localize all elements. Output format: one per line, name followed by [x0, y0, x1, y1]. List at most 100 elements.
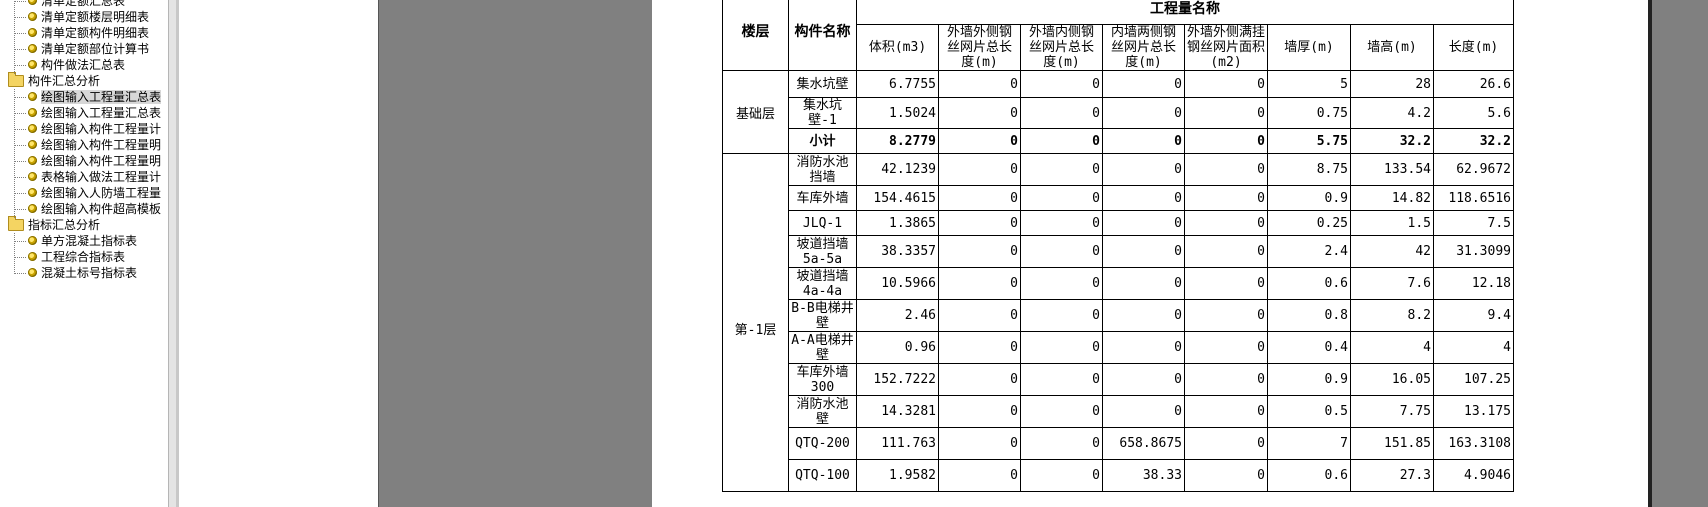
report-icon: [28, 60, 37, 69]
value-cell: 0: [1102, 363, 1185, 396]
value-cell: 0.75: [1267, 97, 1351, 129]
tree-item-label: 绘图输入构件工程量明: [41, 138, 162, 152]
value-cell: 658.8675: [1102, 427, 1185, 460]
value-cell: 0: [938, 299, 1021, 332]
value-cell: 0: [1020, 185, 1103, 211]
component-name-cell: 集水坑壁: [788, 70, 857, 98]
tree-item-label: 绘图输入工程量汇总表: [41, 106, 162, 120]
value-cell: 42.1239: [856, 153, 939, 186]
value-cell: 0: [938, 235, 1021, 268]
tree-report-item[interactable]: 绘图输入人防墙工程量: [28, 185, 161, 201]
value-cell: 0.25: [1267, 210, 1351, 236]
table-row: B-B电梯井壁 2.46 0 0 0 0 0.8 8.2 9.4: [723, 299, 1514, 332]
report-icon: [28, 44, 37, 53]
tree-report-item[interactable]: 清单定额汇总表: [28, 0, 125, 9]
value-cell: 0: [938, 128, 1021, 154]
value-cell: 152.7222: [856, 363, 939, 396]
value-cell: 38.3357: [856, 235, 939, 268]
report-tree-panel: 清单定额汇总表 清单定额楼层明细表 清单定额构件明细表 清单定额部位计算书 构件做法汇总…: [0, 0, 168, 507]
value-cell: 5: [1267, 70, 1351, 98]
value-cell: 0: [1102, 210, 1185, 236]
tree-report-item[interactable]: 绘图输入构件工程量计: [28, 121, 161, 137]
component-name-cell: QTQ-200: [788, 427, 857, 460]
table-row: QTQ-100 1.9582 0 0 38.33 0 0.6 27.3 4.9046: [723, 459, 1514, 492]
value-cell: 0: [938, 427, 1021, 460]
column-header: 墙厚(m): [1267, 24, 1351, 71]
table-row: 坡道挡墙4a-4a 10.5966 0 0 0 0 0.6 7.6 12.18: [723, 267, 1514, 300]
tree-report-item[interactable]: 绘图输入工程量汇总表: [28, 89, 162, 105]
value-cell: 7.5: [1433, 210, 1514, 236]
value-cell: 0.5: [1267, 395, 1351, 428]
value-cell: 0: [1184, 235, 1268, 268]
value-cell: 7.6: [1350, 267, 1434, 300]
value-cell: 0: [1020, 299, 1103, 332]
value-cell: 4: [1350, 331, 1434, 364]
tree-report-item[interactable]: 绘图输入工程量汇总表: [28, 105, 161, 121]
column-header: 体积(m3): [856, 24, 939, 71]
tree-item-label: 绘图输入人防墙工程量: [41, 186, 162, 200]
value-cell: 4.2: [1350, 97, 1434, 129]
value-cell: 0.9: [1267, 363, 1351, 396]
tree-item-label: 构件做法汇总表: [41, 58, 126, 72]
tree-folder-item[interactable]: 指标汇总分析: [8, 215, 101, 233]
value-cell: 0: [1102, 267, 1185, 300]
value-cell: 1.5: [1350, 210, 1434, 236]
value-cell: 5.75: [1267, 128, 1351, 154]
value-cell: 0: [938, 97, 1021, 129]
folder-icon: [8, 71, 24, 87]
quantity-summary-table: 楼层 构件名称 工程量名称 体积(m3) 外墙外侧钢丝网片总长度(m) 外墙内侧钢丝…: [722, 0, 1514, 492]
value-cell: 0: [1184, 267, 1268, 300]
tree-report-item[interactable]: 清单定额构件明细表: [28, 25, 149, 41]
value-cell: 107.25: [1433, 363, 1514, 396]
tree-report-item[interactable]: 清单定额部位计算书: [28, 41, 149, 57]
tree-report-item[interactable]: 绘图输入构件工程量明: [28, 137, 161, 153]
column-header: 外墙外侧钢丝网片总长度(m): [938, 24, 1021, 71]
value-cell: 0: [938, 267, 1021, 300]
component-name-cell: A-A电梯井壁: [788, 331, 857, 364]
value-cell: 0: [1184, 299, 1268, 332]
value-cell: 0: [1020, 395, 1103, 428]
tree-item-label: 指标汇总分析: [28, 218, 101, 232]
value-cell: 0: [1184, 210, 1268, 236]
tree-item-label: 构件汇总分析: [28, 74, 101, 88]
value-cell: 0: [938, 363, 1021, 396]
tree-report-item[interactable]: 单方混凝土指标表: [28, 233, 137, 249]
floor-cell: 第-1层: [722, 153, 789, 492]
tree-connector: [14, 233, 15, 274]
component-name-cell: B-B电梯井壁: [788, 299, 857, 332]
column-header: 长度(m): [1433, 24, 1514, 71]
value-cell: 0: [1020, 210, 1103, 236]
subtotal-row: 小计 8.2779 0 0 0 0 5.75 32.2 32.2: [723, 128, 1514, 154]
component-name-cell: 集水坑壁-1: [788, 97, 857, 129]
value-cell: 7: [1267, 427, 1351, 460]
tree-report-item[interactable]: 构件做法汇总表: [28, 57, 125, 73]
tree-report-item[interactable]: 绘图输入构件超高模板: [28, 201, 161, 217]
value-cell: 0: [1102, 153, 1185, 186]
value-cell: 0: [1020, 331, 1103, 364]
value-cell: 12.18: [1433, 267, 1514, 300]
tree-connector: [14, 1, 26, 2]
value-cell: 0: [1184, 331, 1268, 364]
tree-report-item[interactable]: 混凝土标号指标表: [28, 265, 137, 281]
value-cell: 0: [938, 153, 1021, 186]
value-cell: 0: [1184, 363, 1268, 396]
report-icon: [28, 156, 37, 165]
tree-report-item[interactable]: 绘图输入构件工程量明: [28, 153, 161, 169]
value-cell: 0: [1020, 363, 1103, 396]
value-cell: 0: [1020, 235, 1103, 268]
report-icon: [28, 108, 37, 117]
tree-report-item[interactable]: 工程综合指标表: [28, 249, 125, 265]
tree-folder-item[interactable]: 构件汇总分析: [8, 71, 101, 89]
value-cell: 1.9582: [856, 459, 939, 492]
tree-item-label: 绘图输入构件工程量计: [41, 122, 162, 136]
value-cell: 0: [1184, 153, 1268, 186]
tree-report-item[interactable]: 表格输入做法工程量计: [28, 169, 161, 185]
value-cell: 32.2: [1350, 128, 1434, 154]
table-row: 车库外墙 154.4615 0 0 0 0 0.9 14.82 118.6516: [723, 185, 1514, 211]
value-cell: 16.05: [1350, 363, 1434, 396]
tree-item-label: 绘图输入工程量汇总表: [41, 90, 162, 104]
tree-connector: [14, 161, 26, 162]
component-name-cell: 车库外墙300: [788, 363, 857, 396]
component-name-cell: JLQ-1: [788, 210, 857, 236]
tree-report-item[interactable]: 清单定额楼层明细表: [28, 9, 149, 25]
